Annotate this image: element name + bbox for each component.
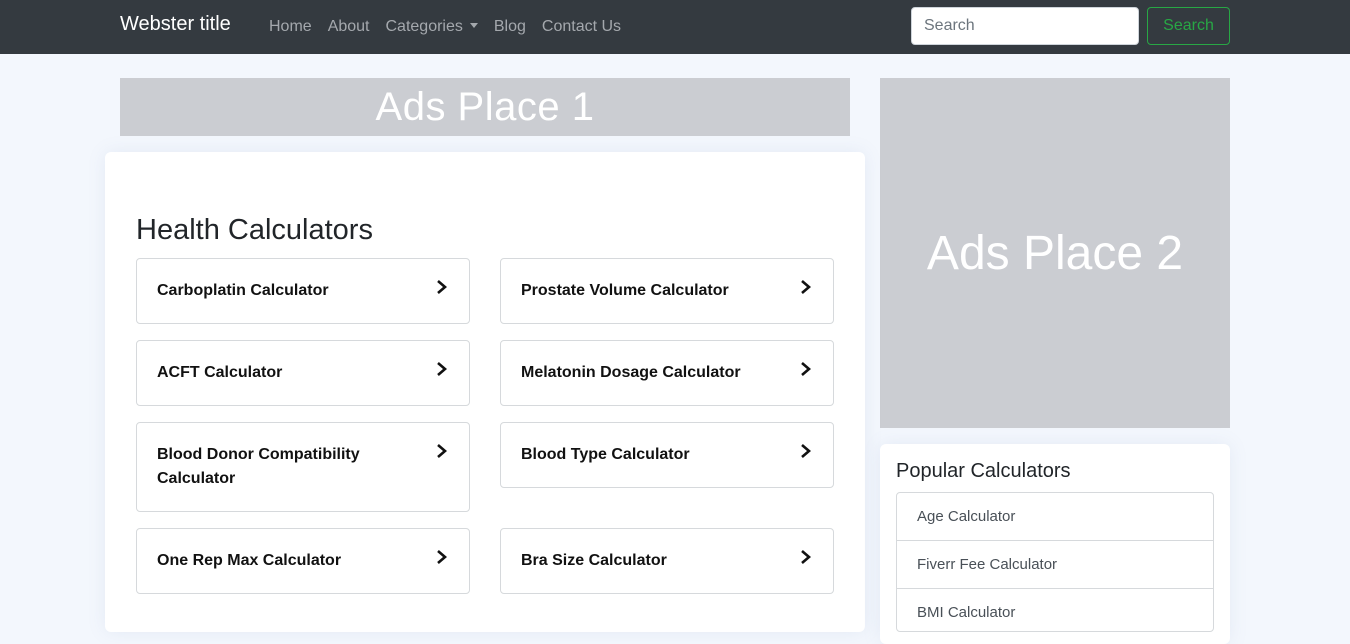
- calculator-card-prostate-volume[interactable]: Prostate Volume Calculator: [500, 258, 834, 324]
- calculator-card-label: Bra Size Calculator: [521, 552, 667, 569]
- caret-down-icon: [469, 23, 478, 28]
- popular-calculators-list: Age Calculator Fiverr Fee Calculator BMI…: [896, 492, 1214, 632]
- chevron-right-icon: [437, 444, 447, 458]
- nav-link-blog[interactable]: Blog: [494, 18, 526, 36]
- calculator-card-one-rep-max[interactable]: One Rep Max Calculator: [136, 528, 470, 594]
- calculator-card-acft[interactable]: ACFT Calculator: [136, 340, 470, 406]
- nav-links: Home About Categories Blog Contact Us: [269, 0, 637, 54]
- search-input[interactable]: [911, 7, 1139, 45]
- popular-item-fiverr-fee[interactable]: Fiverr Fee Calculator: [897, 541, 1213, 589]
- calculator-card-label: Prostate Volume Calculator: [521, 282, 729, 299]
- top-navbar: Webster title Home About Categories Blog…: [0, 0, 1350, 54]
- calculator-card-label: Blood Type Calculator: [521, 446, 690, 463]
- nav-link-contact[interactable]: Contact Us: [542, 18, 621, 36]
- calculator-card-label: Carboplatin Calculator: [157, 282, 329, 299]
- popular-item-bmi[interactable]: BMI Calculator: [897, 589, 1213, 631]
- search-button[interactable]: Search: [1147, 7, 1230, 45]
- chevron-right-icon: [801, 550, 811, 564]
- chevron-right-icon: [801, 362, 811, 376]
- calculator-card-blood-donor-compatibility[interactable]: Blood Donor Compatibility Calculator: [136, 422, 470, 512]
- brand-logo[interactable]: Webster title: [120, 13, 231, 36]
- nav-link-about[interactable]: About: [328, 18, 370, 36]
- chevron-right-icon: [437, 280, 447, 294]
- chevron-right-icon: [437, 362, 447, 376]
- ad-banner-side: Ads Place 2: [880, 78, 1230, 428]
- calculator-card-label: Melatonin Dosage Calculator: [521, 364, 741, 381]
- calculator-card-carboplatin[interactable]: Carboplatin Calculator: [136, 258, 470, 324]
- popular-item-age[interactable]: Age Calculator: [897, 493, 1213, 541]
- ad-banner-top: Ads Place 1: [120, 78, 850, 136]
- calculator-card-label: ACFT Calculator: [157, 364, 283, 381]
- calculator-card-label: One Rep Max Calculator: [157, 552, 342, 569]
- chevron-right-icon: [801, 280, 811, 294]
- nav-dropdown-categories[interactable]: Categories: [386, 18, 478, 36]
- calculator-card-melatonin-dosage[interactable]: Melatonin Dosage Calculator: [500, 340, 834, 406]
- chevron-right-icon: [437, 550, 447, 564]
- nav-dropdown-categories-label: Categories: [385, 18, 463, 35]
- calculator-card-blood-type[interactable]: Blood Type Calculator: [500, 422, 834, 488]
- calculator-card-bra-size[interactable]: Bra Size Calculator: [500, 528, 834, 594]
- calculator-card-label: Blood Donor Compatibility Calculator: [157, 446, 360, 487]
- section-title: Health Calculators: [136, 214, 373, 246]
- nav-link-home[interactable]: Home: [269, 18, 312, 36]
- chevron-right-icon: [801, 444, 811, 458]
- popular-calculators-title: Popular Calculators: [896, 460, 1071, 482]
